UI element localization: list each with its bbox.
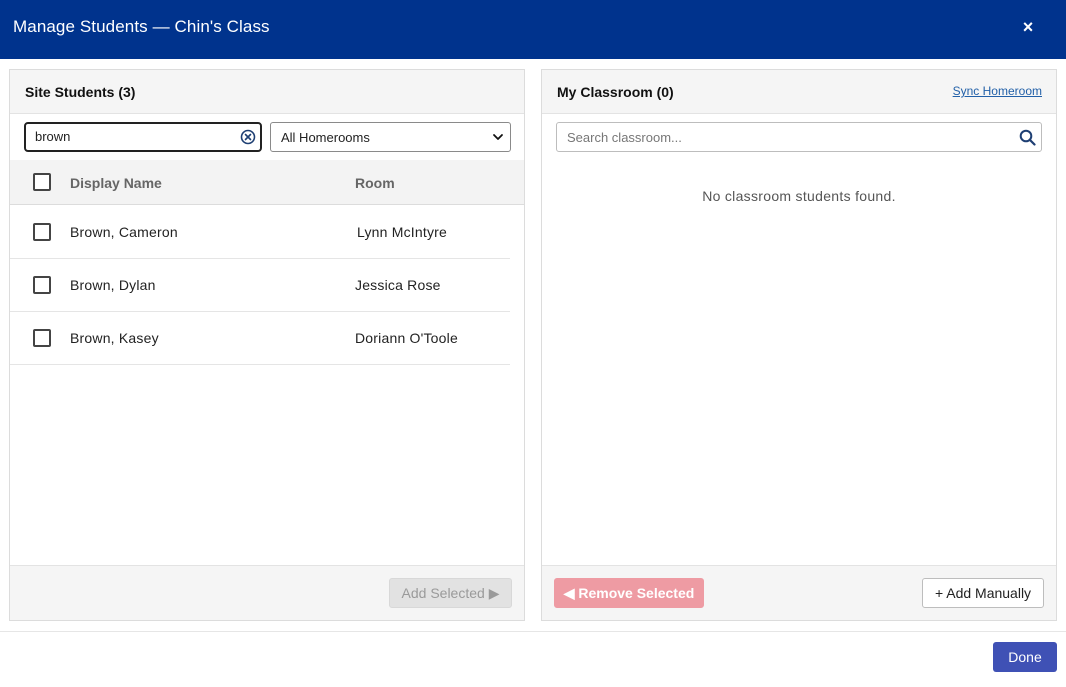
remove-selected-button[interactable]: ◀ Remove Selected xyxy=(554,578,704,608)
my-classroom-title: My Classroom (0) xyxy=(557,84,674,100)
column-header-room[interactable]: Room xyxy=(355,175,395,191)
search-icon[interactable] xyxy=(1019,129,1036,146)
empty-classroom-message: No classroom students found. xyxy=(702,188,896,204)
classroom-search-field[interactable] xyxy=(556,122,1042,152)
row-checkbox[interactable] xyxy=(33,276,51,294)
student-search-input[interactable] xyxy=(35,129,230,144)
row-checkbox[interactable] xyxy=(33,329,51,347)
select-all-checkbox[interactable] xyxy=(33,173,51,191)
clear-search-icon[interactable] xyxy=(240,129,256,145)
footer-divider xyxy=(0,631,1066,632)
done-button[interactable]: Done xyxy=(993,642,1057,672)
student-table-header: Display Name Room xyxy=(10,160,524,205)
add-selected-button[interactable]: Add Selected ▶ xyxy=(389,578,512,608)
table-row[interactable]: Brown, Dylan Jessica Rose xyxy=(10,259,510,312)
student-name: Brown, Kasey xyxy=(70,330,159,346)
my-classroom-footer: ◀ Remove Selected + Add Manually xyxy=(542,565,1056,620)
site-students-panel: Site Students (3) All Homerooms Display … xyxy=(9,69,525,621)
table-row[interactable]: Brown, Kasey Doriann O'Toole xyxy=(10,312,510,365)
column-header-display-name[interactable]: Display Name xyxy=(70,175,162,191)
student-room: Lynn McIntyre xyxy=(357,224,448,240)
modal-title: Manage Students — Chin's Class xyxy=(13,17,270,36)
classroom-search-input[interactable] xyxy=(567,130,1007,145)
my-classroom-header: My Classroom (0) Sync Homeroom xyxy=(542,70,1056,114)
student-name: Brown, Cameron xyxy=(70,224,178,240)
student-room: Doriann O'Toole xyxy=(355,330,458,346)
my-classroom-panel: My Classroom (0) Sync Homeroom No classr… xyxy=(541,69,1057,621)
sync-homeroom-link[interactable]: Sync Homeroom xyxy=(953,84,1042,98)
add-manually-button[interactable]: + Add Manually xyxy=(922,578,1044,608)
homeroom-select[interactable]: All Homerooms xyxy=(270,122,511,152)
student-search-field[interactable] xyxy=(24,122,262,152)
modal-header: Manage Students — Chin's Class × xyxy=(0,0,1066,59)
student-name: Brown, Dylan xyxy=(70,277,156,293)
site-students-title: Site Students (3) xyxy=(25,84,136,100)
row-checkbox[interactable] xyxy=(33,223,51,241)
site-students-footer: Add Selected ▶ xyxy=(10,565,524,620)
student-room: Jessica Rose xyxy=(355,277,441,293)
homeroom-select-value: All Homerooms xyxy=(281,130,370,145)
close-icon[interactable]: × xyxy=(1016,17,1040,41)
table-row[interactable]: Brown, Cameron Lynn McIntyre xyxy=(10,206,510,259)
chevron-down-icon xyxy=(493,134,503,140)
site-students-header: Site Students (3) xyxy=(10,70,524,114)
